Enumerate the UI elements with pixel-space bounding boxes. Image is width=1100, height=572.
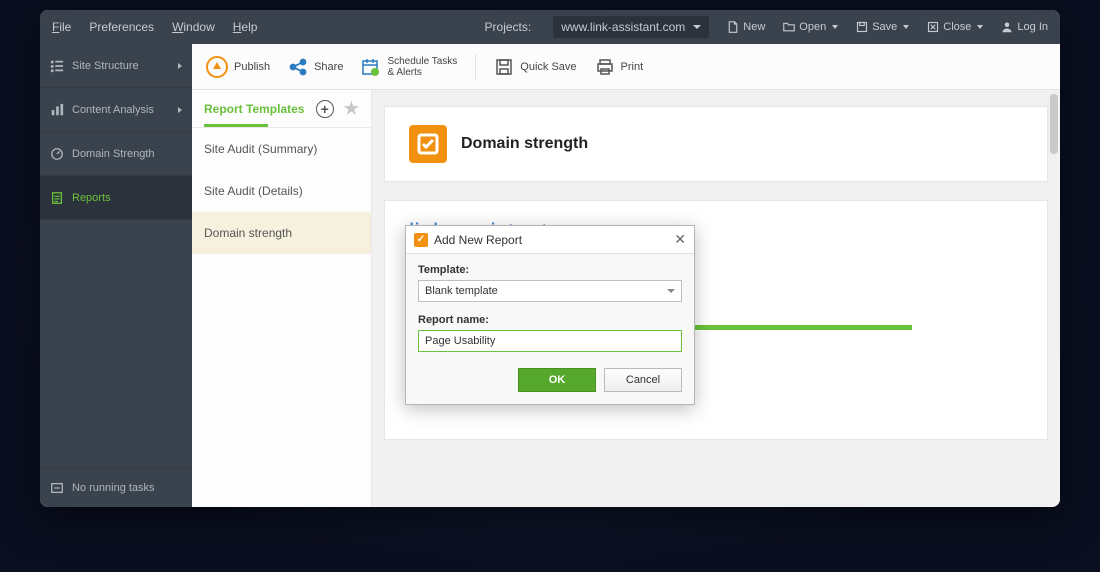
sidebar-footer[interactable]: No running tasks bbox=[40, 467, 192, 507]
sidebar-label: Site Structure bbox=[72, 60, 139, 72]
no-tasks-label: No running tasks bbox=[72, 482, 155, 494]
share-button[interactable]: Share bbox=[288, 57, 343, 77]
user-icon bbox=[1001, 21, 1013, 33]
report-title: Domain strength bbox=[461, 135, 588, 153]
menu-preferences[interactable]: Preferences bbox=[89, 20, 154, 34]
print-button[interactable]: Print bbox=[595, 57, 644, 77]
sidebar-label: Domain Strength bbox=[72, 148, 155, 160]
template-select[interactable]: Blank template bbox=[418, 280, 682, 302]
tasks-icon bbox=[50, 481, 64, 495]
publish-icon bbox=[206, 56, 228, 78]
add-report-dialog: Add New Report ✕ Template: Blank templat… bbox=[405, 225, 695, 405]
publish-button[interactable]: Publish bbox=[206, 56, 270, 78]
add-template-button[interactable]: + bbox=[316, 100, 334, 118]
print-icon bbox=[595, 57, 615, 77]
favorite-icon[interactable]: ★ bbox=[344, 99, 359, 119]
analysis-icon bbox=[50, 103, 64, 117]
chevron-down-icon bbox=[832, 25, 838, 29]
projects-label: Projects: bbox=[485, 20, 532, 34]
login-button[interactable]: Log In bbox=[1001, 21, 1048, 33]
templates-header: Report Templates bbox=[204, 102, 306, 116]
quick-save-button[interactable]: Quick Save bbox=[494, 57, 576, 77]
folder-open-icon bbox=[783, 21, 795, 33]
project-select[interactable]: www.link-assistant.com bbox=[553, 16, 709, 38]
sidebar-item-site-structure[interactable]: Site Structure bbox=[40, 44, 192, 88]
menubar: File Preferences Window Help Projects: w… bbox=[40, 10, 1060, 44]
template-item[interactable]: Site Audit (Summary) bbox=[192, 128, 371, 170]
chevron-right-icon bbox=[178, 63, 182, 69]
ok-button[interactable]: OK bbox=[518, 368, 596, 392]
menu-file[interactable]: File bbox=[52, 20, 71, 34]
share-icon bbox=[288, 57, 308, 77]
calendar-icon bbox=[361, 57, 381, 77]
sidebar-nav: Site Structure Content Analysis Domain S… bbox=[40, 44, 192, 507]
sidebar-item-content-analysis[interactable]: Content Analysis bbox=[40, 88, 192, 132]
dialog-icon bbox=[414, 233, 428, 247]
checkmark-box-icon bbox=[409, 125, 447, 163]
report-header-card: Domain strength bbox=[384, 106, 1048, 182]
reports-icon bbox=[50, 191, 64, 205]
close-x-icon bbox=[927, 21, 939, 33]
schedule-button[interactable]: Schedule Tasks& Alerts bbox=[361, 56, 457, 78]
gauge-icon bbox=[50, 147, 64, 161]
sidebar-label: Reports bbox=[72, 192, 111, 204]
sidebar-label: Content Analysis bbox=[72, 104, 154, 116]
menu-help[interactable]: Help bbox=[233, 20, 258, 34]
new-button[interactable]: New bbox=[727, 21, 765, 33]
disk-icon bbox=[494, 57, 514, 77]
save-button[interactable]: Save bbox=[856, 21, 909, 33]
scrollbar[interactable] bbox=[1050, 94, 1058, 154]
close-button[interactable]: Close bbox=[927, 21, 983, 33]
structure-icon bbox=[50, 59, 64, 73]
cancel-button[interactable]: Cancel bbox=[604, 368, 682, 392]
new-file-icon bbox=[727, 21, 739, 33]
template-label: Template: bbox=[418, 264, 682, 276]
toolbar: Publish Share Schedule Tasks& Alerts Qui… bbox=[192, 44, 1060, 90]
dialog-title: Add New Report bbox=[434, 233, 674, 247]
template-item[interactable]: Site Audit (Details) bbox=[192, 170, 371, 212]
report-name-label: Report name: bbox=[418, 314, 682, 326]
template-item[interactable]: Domain strength bbox=[192, 212, 371, 254]
report-name-input[interactable] bbox=[418, 330, 682, 352]
open-button[interactable]: Open bbox=[783, 21, 838, 33]
sidebar-item-domain-strength[interactable]: Domain Strength bbox=[40, 132, 192, 176]
chevron-down-icon bbox=[977, 25, 983, 29]
templates-panel: Report Templates + ★ Site Audit (Summary… bbox=[192, 90, 372, 507]
chevron-right-icon bbox=[178, 107, 182, 113]
dialog-close-button[interactable]: ✕ bbox=[674, 231, 686, 248]
dialog-titlebar: Add New Report ✕ bbox=[406, 226, 694, 254]
save-icon bbox=[856, 21, 868, 33]
menu-window[interactable]: Window bbox=[172, 20, 215, 34]
sidebar-item-reports[interactable]: Reports bbox=[40, 176, 192, 220]
chevron-down-icon bbox=[903, 25, 909, 29]
